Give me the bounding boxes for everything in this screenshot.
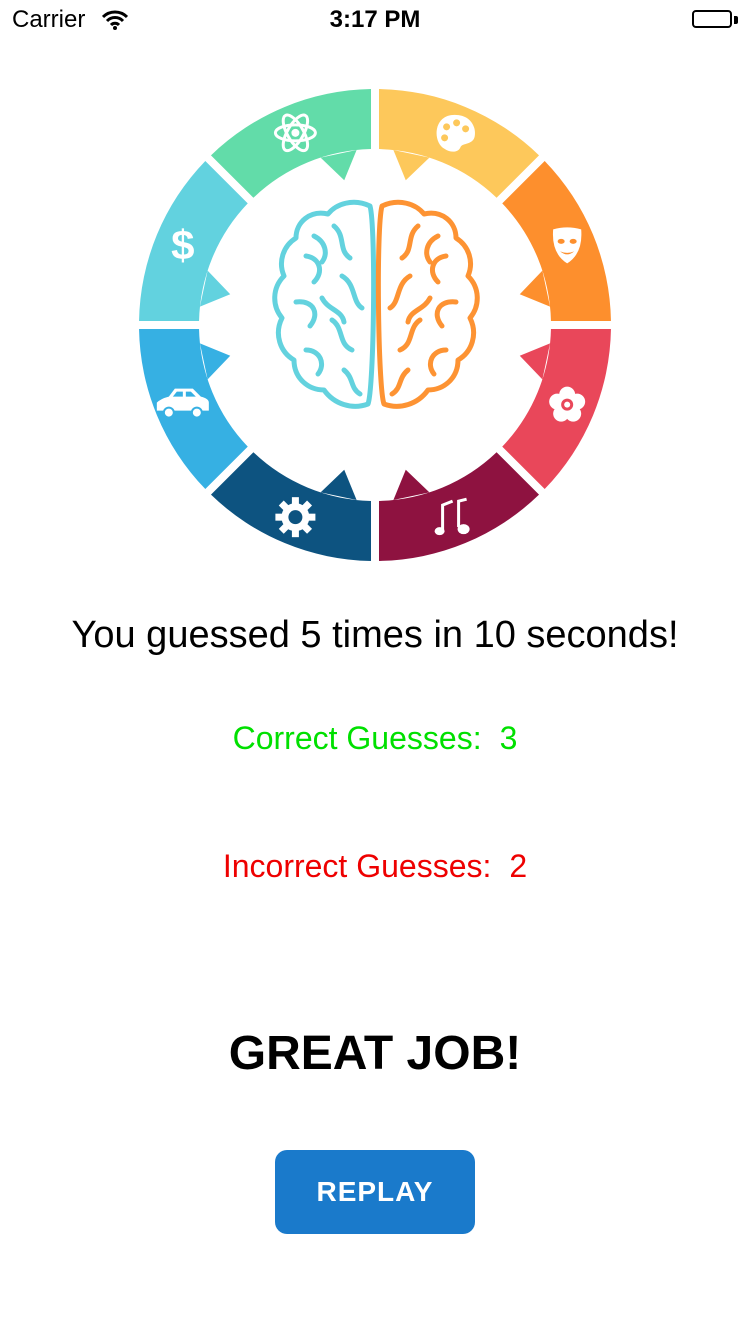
correct-guesses-label: Correct Guesses: — [232, 720, 482, 756]
incorrect-guesses: Incorrect Guesses: 2 — [0, 848, 750, 885]
ring-segment — [210, 89, 372, 198]
verdict-text: GREAT JOB! — [228, 1027, 522, 1080]
summary-text: You guessed 5 times in 10 seconds! — [71, 614, 679, 656]
correct-guesses-value: 3 — [499, 720, 518, 756]
battery-icon — [692, 10, 738, 30]
status-bar: Carrier 3:17 PM — [0, 0, 750, 40]
incorrect-guesses-value: 2 — [509, 848, 528, 884]
brain-logo: $ — [138, 88, 612, 562]
status-time: 3:17 PM — [329, 6, 421, 33]
brain-icon — [272, 199, 480, 409]
correct-guesses: Correct Guesses: 3 — [0, 720, 750, 757]
dollar-icon: $ — [171, 221, 194, 268]
gear-icon — [275, 497, 316, 538]
svg-text:$: $ — [171, 221, 194, 268]
incorrect-guesses-label: Incorrect Guesses: — [222, 848, 492, 884]
replay-button[interactable]: REPLAY — [275, 1150, 475, 1234]
